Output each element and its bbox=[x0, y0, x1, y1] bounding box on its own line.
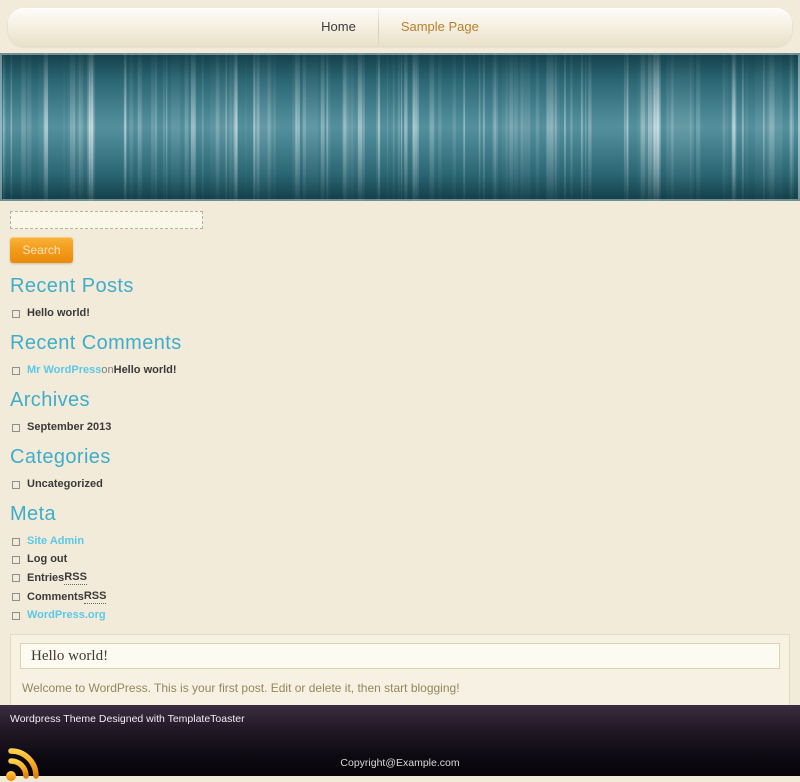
item-text: RSS bbox=[84, 590, 107, 604]
item-link[interactable]: Site Admin bbox=[27, 535, 84, 548]
copyright-text: Copyright@Example.com bbox=[0, 757, 800, 769]
header-banner-image bbox=[0, 53, 800, 201]
item-link[interactable]: WordPress.org bbox=[27, 609, 106, 622]
list-item[interactable]: Mr WordPress on Hello world! bbox=[12, 364, 790, 377]
square-bullet-icon bbox=[12, 612, 20, 620]
square-bullet-icon bbox=[12, 367, 20, 375]
list-item[interactable]: Entries RSS bbox=[12, 571, 790, 585]
widget-list: Site AdminLog outEntries RSSComments RSS… bbox=[10, 535, 790, 622]
item-text: Hello world! bbox=[114, 364, 177, 377]
sidebar: Search Recent Posts Hello world! Recent … bbox=[0, 201, 800, 622]
widget-categories: Categories Uncategorized bbox=[10, 447, 790, 491]
square-bullet-icon bbox=[12, 424, 20, 432]
widget-archives: Archives September 2013 bbox=[10, 390, 790, 434]
designer-note: Wordpress Theme Designed with TemplateTo… bbox=[0, 705, 800, 725]
item-text: Entries bbox=[27, 572, 64, 585]
widget-area: Recent Posts Hello world! Recent Comment… bbox=[10, 276, 790, 622]
footer: Wordpress Theme Designed with TemplateTo… bbox=[0, 705, 800, 776]
widget-title: Archives bbox=[10, 390, 790, 410]
widget-title: Recent Posts bbox=[10, 276, 790, 296]
square-bullet-icon bbox=[12, 310, 20, 318]
list-item[interactable]: September 2013 bbox=[12, 421, 790, 434]
widget-title: Meta bbox=[10, 504, 790, 524]
item-text: RSS bbox=[64, 571, 87, 585]
square-bullet-icon bbox=[12, 574, 20, 582]
widget-title: Categories bbox=[10, 447, 790, 467]
widget-title: Recent Comments bbox=[10, 333, 790, 353]
nav-item-home[interactable]: Home bbox=[299, 8, 378, 46]
item-text: on bbox=[101, 364, 113, 377]
list-item[interactable]: Log out bbox=[12, 553, 790, 566]
item-text: Uncategorized bbox=[27, 478, 103, 491]
post-excerpt: Welcome to WordPress. This is your first… bbox=[20, 669, 780, 709]
widget-meta: Meta Site AdminLog outEntries RSSComment… bbox=[10, 504, 790, 622]
nav-item-sample-page[interactable]: Sample Page bbox=[379, 8, 501, 46]
post-box: Hello world! Welcome to WordPress. This … bbox=[10, 634, 790, 710]
widget-list: September 2013 bbox=[10, 421, 790, 434]
widget-list: Hello world! bbox=[10, 307, 790, 320]
item-text: September 2013 bbox=[27, 421, 111, 434]
square-bullet-icon bbox=[12, 538, 20, 546]
square-bullet-icon bbox=[12, 593, 20, 601]
search-input[interactable] bbox=[10, 211, 203, 229]
widget-list: Uncategorized bbox=[10, 478, 790, 491]
top-navigation: Home Sample Page bbox=[0, 0, 800, 53]
list-item[interactable]: Site Admin bbox=[12, 535, 790, 548]
square-bullet-icon bbox=[12, 481, 20, 489]
search-form: Search bbox=[10, 211, 790, 263]
list-item[interactable]: Hello world! bbox=[12, 307, 790, 320]
post-title[interactable]: Hello world! bbox=[20, 643, 780, 669]
widget-recent-posts: Recent Posts Hello world! bbox=[10, 276, 790, 320]
list-item[interactable]: Uncategorized bbox=[12, 478, 790, 491]
square-bullet-icon bbox=[12, 556, 20, 564]
item-text: Log out bbox=[27, 553, 67, 566]
item-text: Hello world! bbox=[27, 307, 90, 320]
banner-stripes-texture bbox=[0, 53, 800, 201]
list-item[interactable]: WordPress.org bbox=[12, 609, 790, 622]
widget-recent-comments: Recent Comments Mr WordPress on Hello wo… bbox=[10, 333, 790, 377]
list-item[interactable]: Comments RSS bbox=[12, 590, 790, 604]
search-button[interactable]: Search bbox=[10, 237, 73, 263]
item-link[interactable]: Mr WordPress bbox=[27, 364, 101, 377]
item-text: Comments bbox=[27, 591, 84, 604]
widget-list: Mr WordPress on Hello world! bbox=[10, 364, 790, 377]
navbar: Home Sample Page bbox=[8, 8, 792, 46]
